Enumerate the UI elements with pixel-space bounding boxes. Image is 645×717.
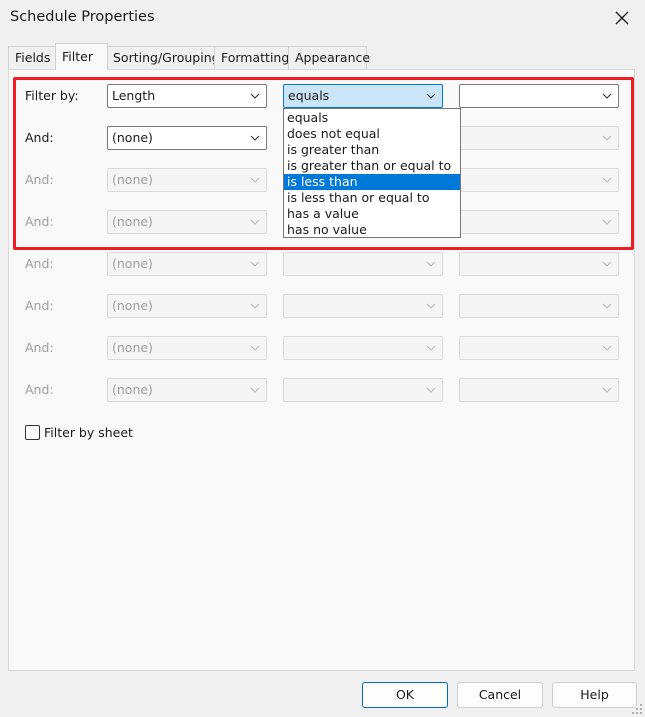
filter-condition-combo-8 <box>283 378 443 402</box>
filter-condition-combo-1[interactable]: equals <box>283 84 443 108</box>
dropdown-option[interactable]: equals <box>284 110 460 126</box>
dropdown-option[interactable]: is less than or equal to <box>284 190 460 206</box>
and-label-7: And: <box>25 340 54 355</box>
tab-sorting-grouping[interactable]: Sorting/Grouping <box>106 46 220 70</box>
tab-formatting[interactable]: Formatting <box>214 46 289 70</box>
chevron-down-icon <box>250 345 260 351</box>
chevron-down-icon <box>602 219 612 225</box>
close-button[interactable] <box>605 4 639 32</box>
filter-value-combo-8 <box>459 378 619 402</box>
filter-value-combo-5 <box>459 252 619 276</box>
chevron-down-icon <box>426 303 436 309</box>
filter-field-combo-1[interactable]: Length <box>107 84 267 108</box>
and-label-4: And: <box>25 214 54 229</box>
chevron-down-icon <box>602 261 612 267</box>
chevron-down-icon <box>602 387 612 393</box>
help-button[interactable]: Help <box>552 682 637 708</box>
ok-button[interactable]: OK <box>362 682 448 708</box>
dropdown-option[interactable]: has a value <box>284 206 460 222</box>
chevron-down-icon <box>250 387 260 393</box>
filter-condition-value: equals <box>288 88 330 103</box>
filter-by-sheet-label: Filter by sheet <box>44 425 133 440</box>
close-icon <box>615 11 629 25</box>
dropdown-option[interactable]: does not equal <box>284 126 460 142</box>
dropdown-option-highlighted[interactable]: is less than <box>284 174 460 190</box>
chevron-down-icon <box>426 261 436 267</box>
filter-field-combo-5: (none) <box>107 252 267 276</box>
filter-value-combo-3 <box>459 168 619 192</box>
filter-value-combo-6 <box>459 294 619 318</box>
chevron-down-icon <box>602 135 612 141</box>
filter-field-combo-2[interactable]: (none) <box>107 126 267 150</box>
and-label-3: And: <box>25 172 54 187</box>
filter-field-value: (none) <box>112 172 153 187</box>
filter-by-label: Filter by: <box>25 88 79 103</box>
chevron-down-icon <box>250 135 260 141</box>
filter-value-combo-1[interactable] <box>459 84 619 108</box>
chevron-down-icon <box>602 177 612 183</box>
chevron-down-icon <box>250 261 260 267</box>
tab-filter[interactable]: Filter <box>55 43 108 70</box>
tab-appearance[interactable]: Appearance <box>288 46 370 70</box>
filter-field-value: Length <box>112 88 156 103</box>
chevron-down-icon <box>602 93 612 99</box>
window-title: Schedule Properties <box>10 9 155 25</box>
dropdown-option[interactable]: has no value <box>284 222 460 238</box>
filter-by-sheet-checkbox[interactable] <box>25 425 40 440</box>
chevron-down-icon <box>426 387 436 393</box>
filter-field-combo-6: (none) <box>107 294 267 318</box>
filter-field-combo-7: (none) <box>107 336 267 360</box>
filter-value-combo-4 <box>459 210 619 234</box>
chevron-down-icon <box>250 93 260 99</box>
filter-field-value: (none) <box>112 214 153 229</box>
tab-fields[interactable]: Fields <box>8 46 56 70</box>
chevron-down-icon <box>250 303 260 309</box>
chevron-down-icon <box>250 177 260 183</box>
condition-dropdown-list[interactable]: equals does not equal is greater than is… <box>283 108 461 238</box>
filter-by-sheet-row[interactable]: Filter by sheet <box>25 425 133 440</box>
and-label-6: And: <box>25 298 54 313</box>
chevron-down-icon <box>426 93 436 99</box>
filter-field-combo-3: (none) <box>107 168 267 192</box>
chevron-down-icon <box>602 303 612 309</box>
filter-value-combo-7 <box>459 336 619 360</box>
and-label-2: And: <box>25 130 54 145</box>
title-bar: Schedule Properties <box>0 0 645 36</box>
filter-field-value: (none) <box>112 382 153 397</box>
filter-field-value: (none) <box>112 256 153 271</box>
filter-field-value: (none) <box>112 298 153 313</box>
resize-grip-icon[interactable] <box>631 703 643 715</box>
filter-field-value: (none) <box>112 130 153 145</box>
filter-field-combo-4: (none) <box>107 210 267 234</box>
filter-field-combo-8: (none) <box>107 378 267 402</box>
cancel-button[interactable]: Cancel <box>457 682 543 708</box>
dropdown-option[interactable]: is greater than or equal to <box>284 158 460 174</box>
filter-condition-combo-6 <box>283 294 443 318</box>
filter-condition-combo-5 <box>283 252 443 276</box>
chevron-down-icon <box>426 345 436 351</box>
dropdown-option[interactable]: is greater than <box>284 142 460 158</box>
and-label-5: And: <box>25 256 54 271</box>
filter-value-combo-2 <box>459 126 619 150</box>
chevron-down-icon <box>250 219 260 225</box>
chevron-down-icon <box>602 345 612 351</box>
filter-condition-combo-7 <box>283 336 443 360</box>
filter-field-value: (none) <box>112 340 153 355</box>
and-label-8: And: <box>25 382 54 397</box>
